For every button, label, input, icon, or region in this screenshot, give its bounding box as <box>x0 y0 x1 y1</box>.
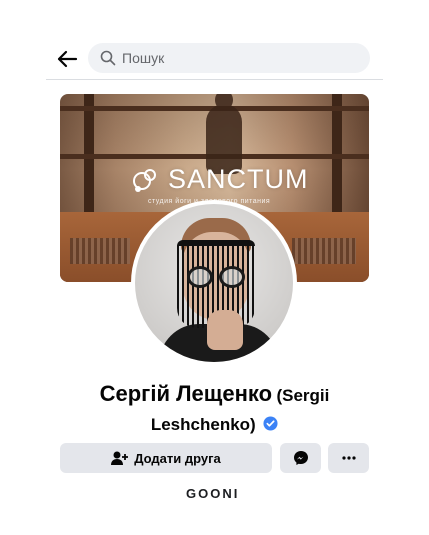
more-button[interactable] <box>328 443 369 473</box>
top-bar: Пошук <box>46 40 383 80</box>
profile-name-block: Сергій Лещенко (Sergii Leshchenko) <box>60 380 369 440</box>
cover-post-left <box>84 94 94 224</box>
add-friend-button[interactable]: Додати друга <box>60 443 272 473</box>
cover-rug-left <box>70 238 130 264</box>
avatar-glasses <box>185 266 247 288</box>
add-friend-icon <box>111 451 129 465</box>
add-friend-label: Додати друга <box>134 450 221 466</box>
verified-badge-icon <box>263 416 278 431</box>
messenger-button[interactable] <box>280 443 321 473</box>
search-icon <box>100 50 116 66</box>
arrow-left-icon <box>57 50 78 68</box>
profile-avatar[interactable] <box>131 200 297 366</box>
cover-post-right <box>332 94 342 224</box>
cover-brand-name: SANCTUM <box>168 164 309 194</box>
sanctum-logo-icon <box>133 168 156 192</box>
more-dots-icon <box>341 456 356 460</box>
search-placeholder: Пошук <box>122 50 165 66</box>
avatar-hand <box>207 310 243 350</box>
profile-actions: Додати друга <box>60 443 369 473</box>
gooni-watermark: GOONI <box>186 486 240 501</box>
messenger-icon <box>293 451 308 465</box>
cover-brand: SANCTUM <box>130 164 309 195</box>
cover-rug-right <box>292 238 356 264</box>
search-input[interactable]: Пошук <box>88 43 370 73</box>
profile-name: Сергій Лещенко <box>99 381 273 406</box>
back-button[interactable] <box>54 46 80 72</box>
